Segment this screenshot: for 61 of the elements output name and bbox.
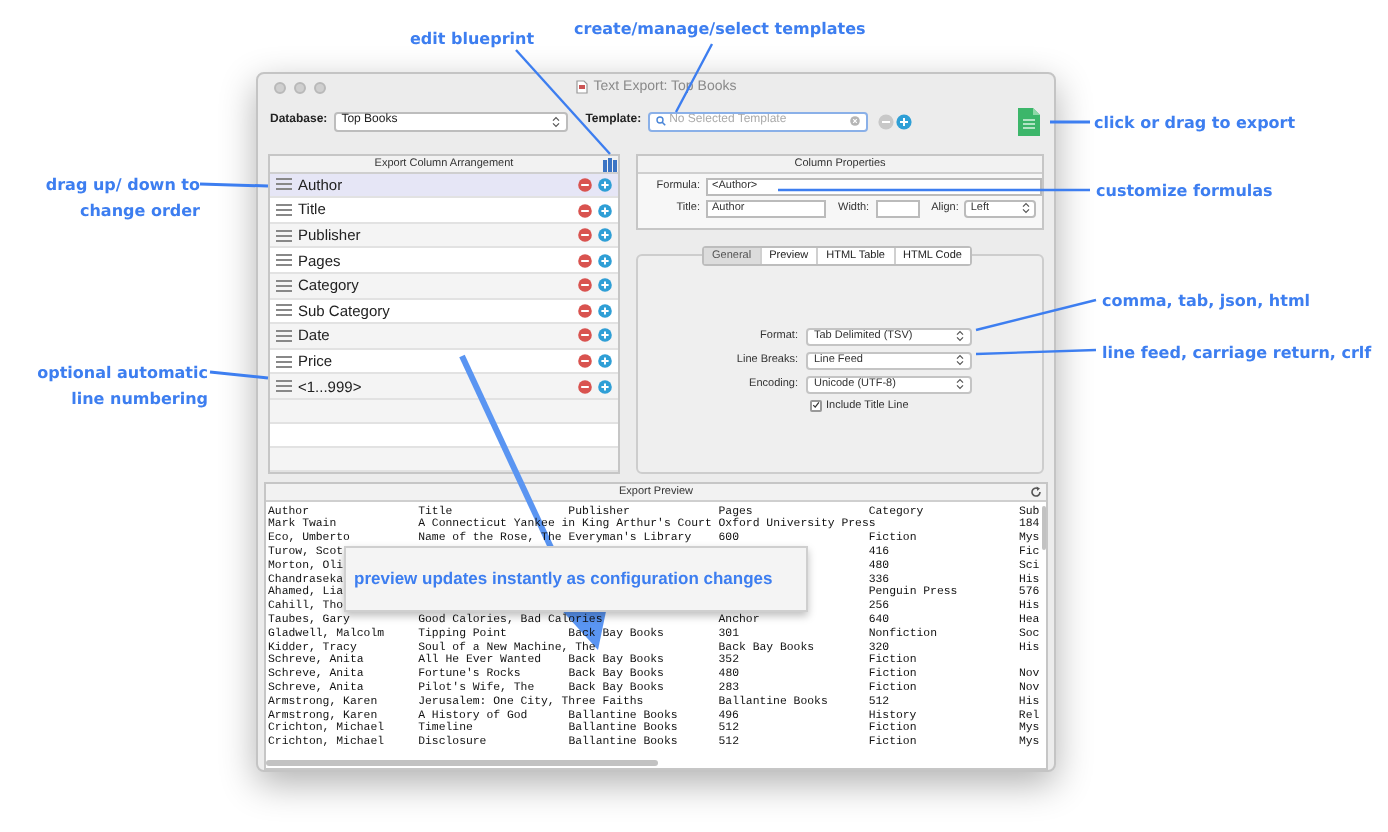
- refresh-icon[interactable]: [1030, 486, 1042, 499]
- stepper-icon: [956, 330, 964, 343]
- drag-handle-icon[interactable]: [276, 204, 292, 217]
- drag-handle-icon[interactable]: [276, 355, 292, 368]
- leader-line: [1050, 120, 1090, 124]
- add-button[interactable]: [598, 379, 612, 394]
- remove-button[interactable]: [578, 203, 592, 218]
- drag-handle-icon[interactable]: [276, 304, 292, 317]
- remove-button[interactable]: [578, 303, 592, 318]
- annotation-text: edit blueprint: [410, 28, 535, 52]
- drag-handle-icon[interactable]: [276, 279, 292, 292]
- leader-line: [209, 370, 269, 380]
- clear-icon[interactable]: [849, 116, 860, 127]
- add-button[interactable]: [598, 203, 612, 218]
- checkbox[interactable]: [810, 399, 822, 412]
- drag-handle-icon[interactable]: [276, 380, 292, 393]
- leader-line: [975, 298, 1097, 332]
- remove-button[interactable]: [578, 379, 592, 394]
- add-button[interactable]: [598, 278, 612, 293]
- horizontal-scrollbar[interactable]: [266, 760, 658, 766]
- annotation-text: click or drag to export: [1094, 112, 1296, 136]
- annotation-text: comma, tab, json, html: [1102, 290, 1311, 314]
- annotation-text: optional automatic line numbering: [35, 362, 208, 412]
- drag-handle-icon[interactable]: [276, 329, 292, 342]
- add-button[interactable]: [598, 228, 612, 243]
- vertical-scrollbar[interactable]: [1042, 505, 1046, 550]
- leader-line: [199, 182, 269, 188]
- annotation-text: customize formulas: [1096, 180, 1273, 204]
- document-icon: [575, 80, 588, 95]
- add-button[interactable]: [598, 354, 612, 369]
- annotation-text: line feed, carriage return, crlf: [1102, 342, 1372, 366]
- annotation-text: drag up/ down to change order: [43, 174, 200, 224]
- close-button[interactable]: [274, 82, 286, 94]
- remove-button[interactable]: [578, 328, 592, 343]
- drag-handle-icon[interactable]: [276, 254, 292, 267]
- remove-button[interactable]: [578, 278, 592, 293]
- callout-text: preview updates instantly as configuration changes: [354, 566, 773, 592]
- annotation-text: create/manage/select templates: [574, 18, 866, 42]
- remove-template-button[interactable]: [877, 113, 894, 130]
- add-template-button[interactable]: [895, 113, 912, 130]
- minimize-button[interactable]: [294, 82, 306, 94]
- remove-button[interactable]: [578, 177, 592, 192]
- drag-handle-icon[interactable]: [276, 229, 292, 242]
- add-button[interactable]: [598, 177, 612, 192]
- add-button[interactable]: [598, 328, 612, 343]
- add-button[interactable]: [598, 303, 612, 318]
- drag-handle-icon[interactable]: [276, 178, 292, 191]
- export-document-icon[interactable]: [1018, 107, 1040, 136]
- remove-button[interactable]: [578, 253, 592, 268]
- stepper-icon: [956, 378, 964, 391]
- width-field[interactable]: [875, 199, 920, 218]
- remove-button[interactable]: [578, 228, 592, 243]
- leader-line: [975, 348, 1097, 356]
- add-button[interactable]: [598, 253, 612, 268]
- stepper-icon: [1022, 202, 1031, 215]
- stepper-icon: [956, 354, 964, 367]
- stepper-icon: [551, 115, 560, 128]
- zoom-button[interactable]: [314, 82, 326, 94]
- search-icon: [655, 116, 666, 127]
- remove-button[interactable]: [578, 354, 592, 369]
- columns-icon[interactable]: [602, 155, 618, 172]
